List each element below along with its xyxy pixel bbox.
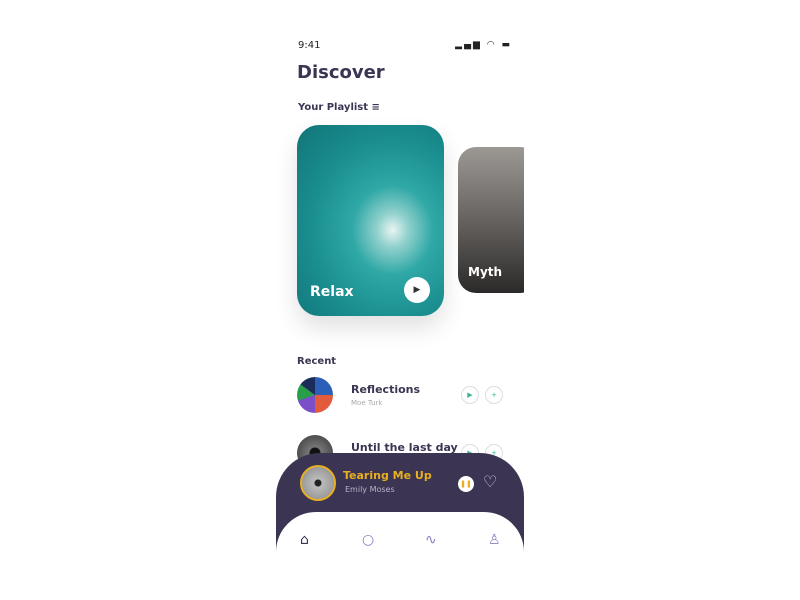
bottom-nav: ⌂ ○ ∿ ♙ [276,512,524,570]
page-title: Discover [297,62,385,83]
play-icon: ▶ [413,285,421,295]
playlist-card-relax[interactable]: Relax ▶ [297,125,444,316]
now-playing-artist: Emily Moses [345,485,395,494]
now-playing-title: Tearing Me Up [343,469,432,482]
play-button[interactable]: ▶ [461,386,479,404]
heart-icon[interactable]: ♡ [483,472,497,491]
home-icon[interactable]: ⌂ [300,532,309,548]
add-button[interactable]: + [485,386,503,404]
avatar [297,377,333,413]
playlist-label: Your Playlist [298,102,369,113]
pause-button[interactable]: ❚❚ [458,476,474,492]
pause-icon: ❚❚ [460,480,472,488]
track-title: Reflections [351,383,421,396]
play-button[interactable]: ▶ [404,277,430,303]
queue-music-icon[interactable]: ≡ [372,102,380,113]
playlist-name: Myth [468,265,503,279]
search-icon[interactable]: ○ [362,532,374,548]
activity-icon[interactable]: ∿ [425,532,437,548]
status-icons: ▂▄▆ ◠ ▬ [455,40,512,50]
profile-icon[interactable]: ♙ [488,532,501,548]
playlist-heading: Your Playlist ≡ [298,102,380,113]
list-item[interactable]: Reflections Moe Turk ▶ + [297,377,507,413]
playlist-name: Relax [310,284,354,300]
phone-screen: 9:41 ▂▄▆ ◠ ▬ Discover Your Playlist ≡ Re… [276,30,524,570]
recent-heading: Recent [297,356,337,367]
album-art [300,465,336,501]
track-artist: Moe Turk [351,399,383,407]
status-time: 9:41 [298,40,321,51]
playlist-card-myth[interactable]: Myth [458,147,524,293]
